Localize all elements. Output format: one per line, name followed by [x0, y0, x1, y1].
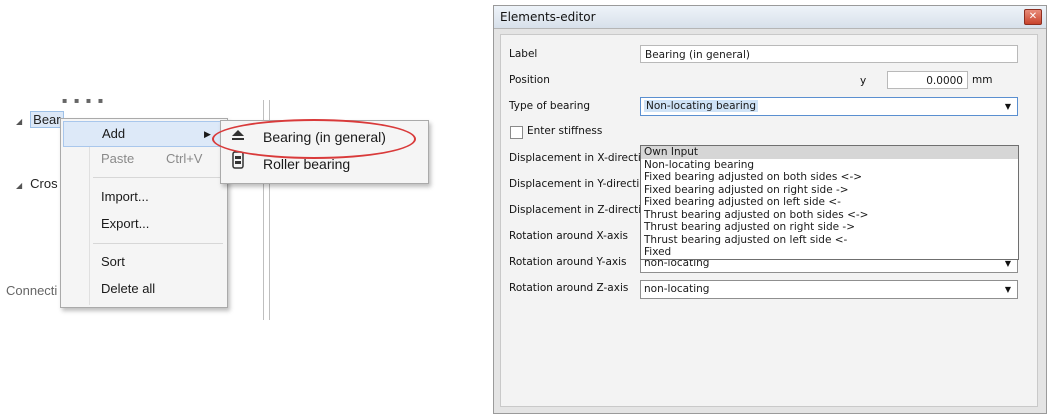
- enter-stiffness-label: Enter stiffness: [527, 125, 603, 137]
- expand-arrow-icon[interactable]: ◢: [16, 117, 22, 126]
- position-field[interactable]: 0.0000: [887, 71, 968, 89]
- scrollbar[interactable]: [1023, 35, 1037, 406]
- tree-node-bearing-label: Bear: [30, 111, 64, 128]
- menu-separator: [93, 177, 223, 178]
- tree-node-bearing[interactable]: ◢ Bear: [16, 111, 64, 128]
- context-menu: Add ▶ Paste Ctrl+V Import... Export... S…: [60, 118, 228, 308]
- dropdown-option[interactable]: Fixed: [641, 246, 1018, 259]
- window-title: Elements-editor: [500, 10, 596, 24]
- chevron-down-icon: ▼: [1004, 285, 1011, 294]
- dropdown-option[interactable]: Fixed bearing adjusted on both sides <->: [641, 171, 1018, 184]
- tree-partial-row: ▪ ▪ ▪ ▪: [62, 96, 106, 105]
- menu-item-delete-all[interactable]: Delete all: [61, 277, 227, 301]
- menu-item-paste-shortcut: Ctrl+V: [166, 151, 203, 166]
- expand-arrow-icon[interactable]: ◢: [16, 181, 22, 190]
- label-field[interactable]: Bearing (in general): [640, 45, 1018, 63]
- displacement-x-caption: Displacement in X-direction: [509, 152, 654, 164]
- menu-separator: [93, 243, 223, 244]
- menu-item-import[interactable]: Import...: [61, 185, 227, 209]
- dropdown-option[interactable]: Thrust bearing adjusted on right side ->: [641, 221, 1018, 234]
- type-of-bearing-value: Non-locating bearing: [644, 100, 759, 112]
- tree-node-cross-label: Cros: [30, 176, 58, 191]
- menu-item-add[interactable]: Add ▶: [63, 121, 225, 147]
- dropdown-option[interactable]: Own Input: [641, 146, 1018, 159]
- position-caption: Position: [509, 74, 550, 86]
- type-of-bearing-dropdown-list: Own Input Non-locating bearing Fixed bea…: [640, 145, 1019, 260]
- rotation-y-caption: Rotation around Y-axis: [509, 256, 627, 268]
- tree-node-cross-section[interactable]: ◢ Cros: [16, 176, 58, 191]
- type-of-bearing-select[interactable]: Non-locating bearing ▼: [640, 97, 1018, 116]
- enter-stiffness-checkbox[interactable]: [510, 126, 523, 139]
- chevron-down-icon: ▼: [1004, 102, 1011, 111]
- rotation-x-caption: Rotation around X-axis: [509, 230, 629, 242]
- dropdown-option[interactable]: Non-locating bearing: [641, 159, 1018, 172]
- close-icon[interactable]: ✕: [1024, 9, 1042, 25]
- position-axis-label: y: [860, 75, 867, 87]
- elements-editor-window: Elements-editor ✕ Label Bearing (in gene…: [493, 5, 1047, 414]
- editor-client-area: Label Bearing (in general) Position y 0.…: [500, 34, 1038, 407]
- menu-item-export[interactable]: Export...: [61, 212, 227, 236]
- dropdown-option[interactable]: Fixed bearing adjusted on left side <-: [641, 196, 1018, 209]
- menu-item-sort-label: Sort: [101, 254, 125, 269]
- menu-item-sort[interactable]: Sort: [61, 250, 227, 274]
- dropdown-option[interactable]: Thrust bearing adjusted on both sides <-…: [641, 209, 1018, 222]
- menu-item-add-label: Add: [102, 126, 126, 141]
- position-unit: mm: [972, 74, 993, 86]
- menu-item-delete-all-label: Delete all: [101, 281, 156, 296]
- menu-item-paste-label: Paste: [101, 151, 135, 166]
- displacement-y-caption: Displacement in Y-direction: [509, 178, 653, 190]
- menu-item-export-label: Export...: [101, 216, 150, 231]
- dropdown-option[interactable]: Thrust bearing adjusted on left side <-: [641, 234, 1018, 247]
- menu-item-paste[interactable]: Paste Ctrl+V: [61, 147, 227, 171]
- rotation-z-caption: Rotation around Z-axis: [509, 282, 629, 294]
- menu-item-import-label: Import...: [101, 189, 149, 204]
- highlight-ellipse: [212, 119, 416, 159]
- connections-label: Connecti: [6, 283, 58, 298]
- dropdown-option[interactable]: Fixed bearing adjusted on right side ->: [641, 184, 1018, 197]
- submenu-arrow-icon: ▶: [204, 129, 211, 139]
- title-bar[interactable]: Elements-editor ✕: [494, 6, 1046, 29]
- type-of-bearing-caption: Type of bearing: [509, 100, 591, 112]
- displacement-z-caption: Displacement in Z-direction: [509, 204, 655, 216]
- rotation-z-value: non-locating: [644, 283, 710, 295]
- label-caption: Label: [509, 48, 538, 60]
- roller-bearing-icon: [229, 151, 247, 177]
- rotation-z-select[interactable]: non-locating ▼: [640, 280, 1018, 299]
